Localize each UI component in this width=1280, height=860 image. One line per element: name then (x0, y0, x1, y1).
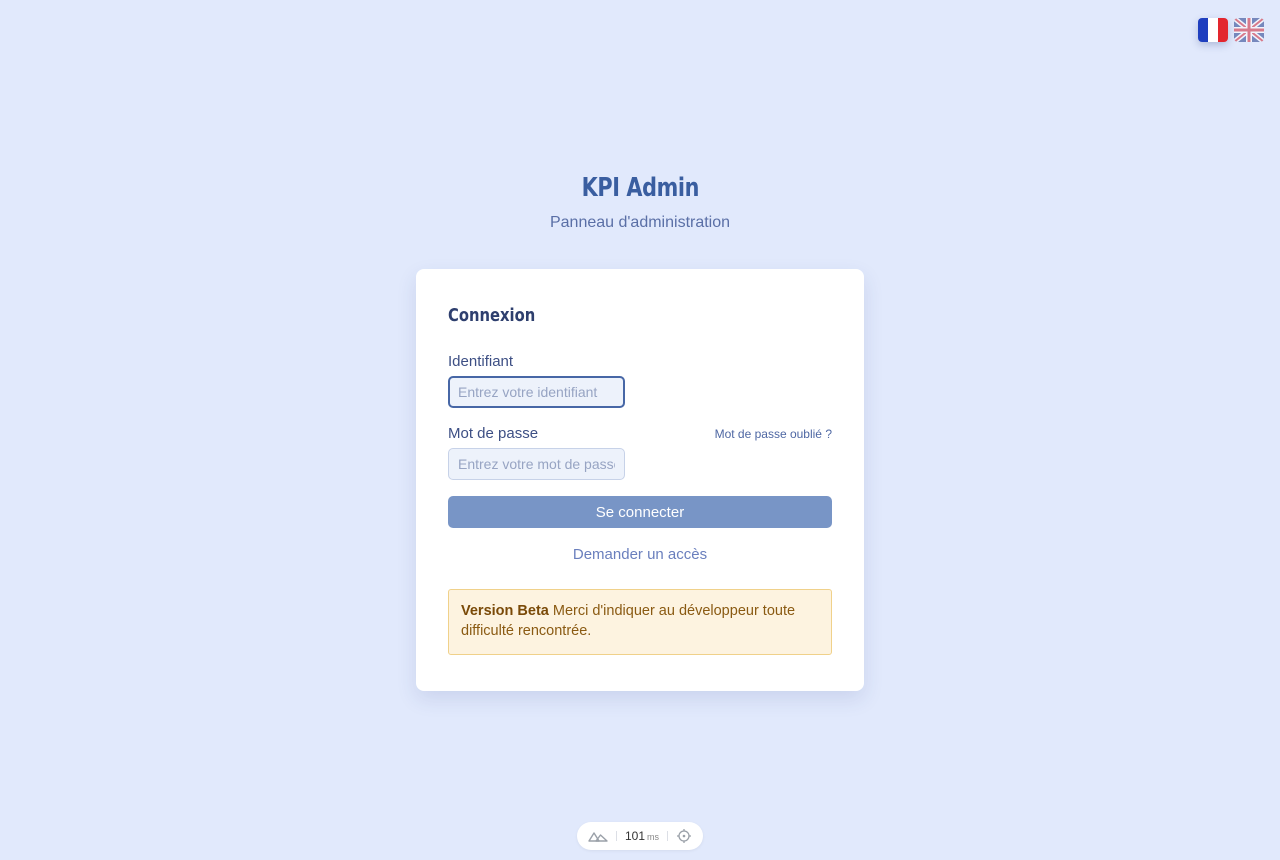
dev-toolbar[interactable]: 101 ms (577, 822, 703, 850)
app-title: KPI Admin (581, 173, 699, 203)
login-button[interactable]: Se connecter (448, 496, 832, 528)
forgot-password-link[interactable]: Mot de passe oublié ? (715, 427, 832, 441)
crosshair-icon[interactable] (676, 828, 692, 844)
username-label: Identifiant (448, 353, 514, 370)
app-subtitle: Panneau d'administration (549, 214, 731, 231)
username-input[interactable] (448, 376, 625, 408)
beta-notice: Version Beta Merci d'indiquer au dévelop… (448, 589, 832, 655)
password-input[interactable] (448, 448, 625, 480)
flag-uk-icon[interactable] (1234, 18, 1264, 42)
request-access-link[interactable]: Demander un accès (448, 546, 832, 563)
nuxt-logo-icon[interactable] (588, 830, 608, 842)
flag-france-icon[interactable] (1198, 18, 1228, 42)
brand-header: KPI Admin Panneau d'administration (0, 168, 1280, 232)
login-card: Connexion Identifiant Mot de passe Mot d… (416, 269, 864, 691)
render-time-value: 101 (624, 829, 646, 843)
login-title: Connexion (448, 305, 536, 326)
render-time-unit: ms (647, 832, 660, 842)
render-time: 101 ms (625, 827, 659, 845)
devbar-divider (667, 831, 669, 841)
devbar-divider (615, 831, 617, 841)
beta-notice-title: Version Beta (461, 603, 549, 619)
password-label: Mot de passe (448, 425, 539, 442)
language-switcher (1198, 18, 1264, 42)
